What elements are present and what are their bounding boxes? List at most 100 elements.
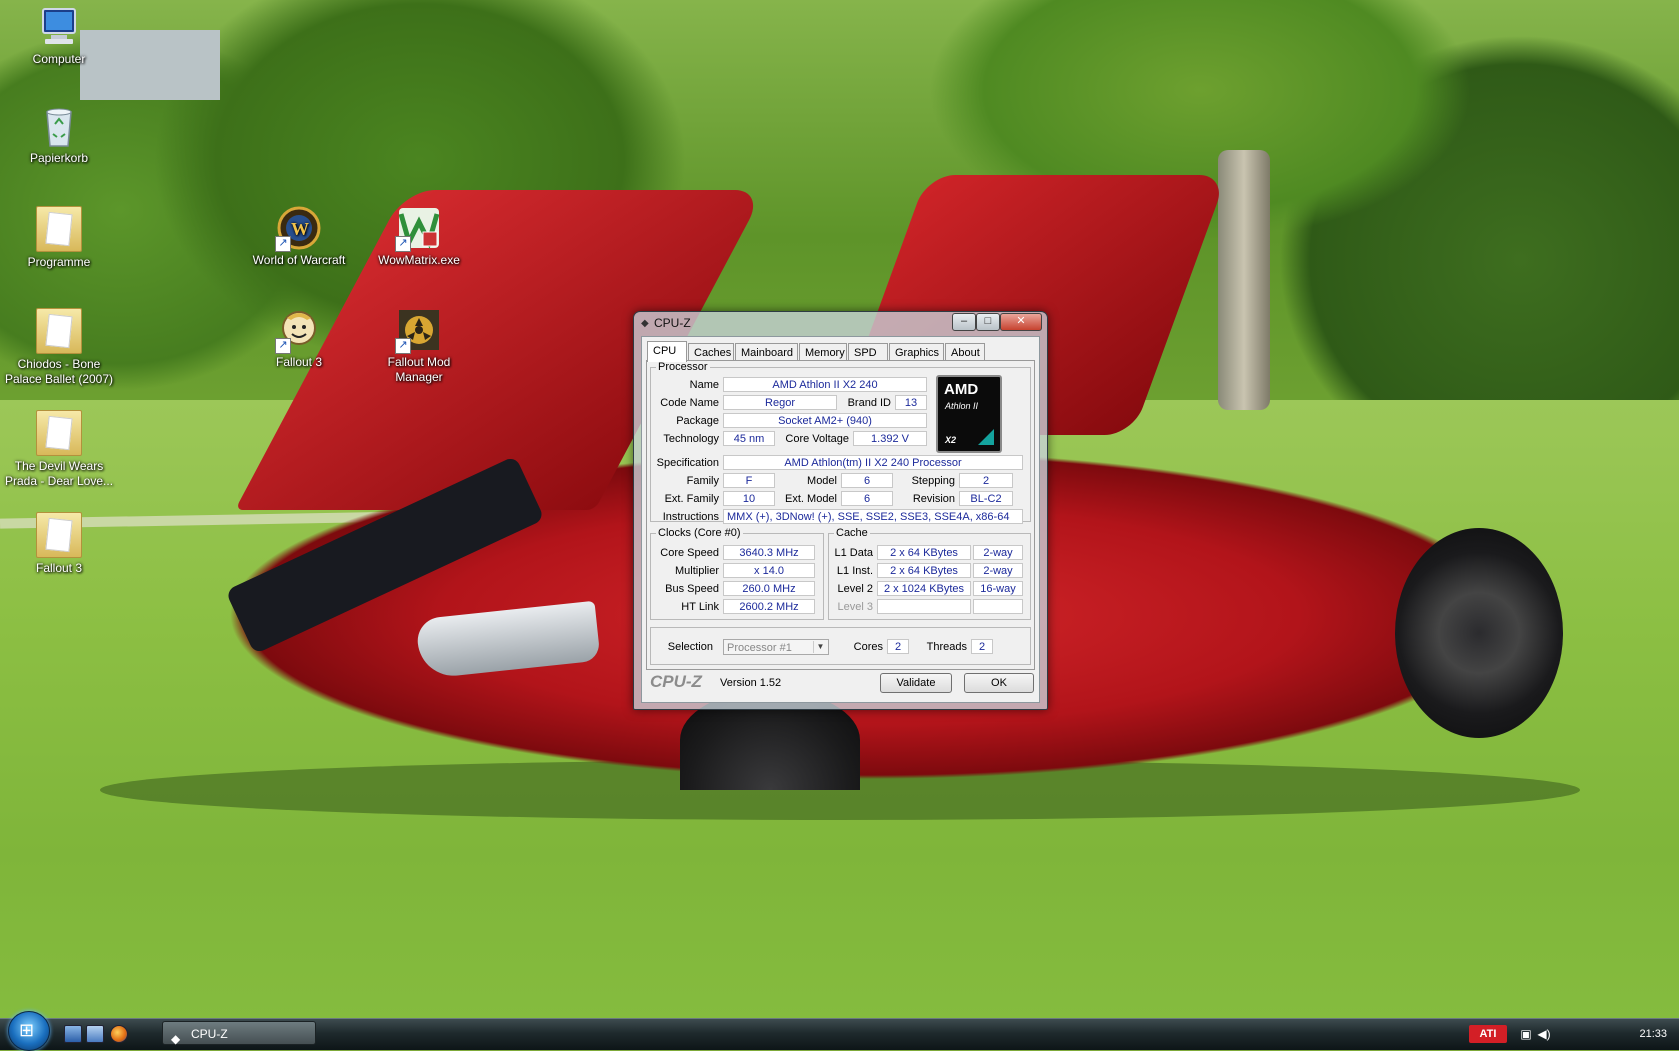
amd-arrow-icon [978, 429, 994, 445]
processor-legend: Processor [658, 361, 708, 373]
tab-about[interactable]: About [945, 343, 985, 361]
amd-logo-brand: AMD [944, 381, 979, 398]
revision-value: BL-C2 [959, 491, 1013, 506]
taskbar-button-cpuz[interactable]: ◆ CPU-Z [162, 1021, 316, 1046]
l1inst-label: L1 Inst. [836, 565, 873, 577]
svg-text:W: W [291, 219, 309, 239]
clock[interactable]: 21:33 [1639, 1028, 1667, 1040]
start-button[interactable]: ⊞ [8, 1011, 50, 1051]
recycle-bin-icon [37, 104, 81, 148]
tab-mainboard[interactable]: Mainboard [735, 343, 798, 361]
cpuz-window[interactable]: ◆ CPU-Z – □ ✕ CPU Caches Mainboard Memor… [633, 311, 1048, 710]
extfamily-label: Ext. Family [664, 493, 719, 505]
technology-label: Technology [663, 433, 719, 445]
multiplier-value: x 14.0 [723, 563, 815, 578]
l1data-label: L1 Data [834, 547, 873, 559]
windows-logo-icon: ⊞ [19, 1020, 35, 1040]
cpuz-taskbar-icon: ◆ [171, 1032, 181, 1046]
switch-windows-icon[interactable] [86, 1025, 104, 1043]
instructions-value: MMX (+), 3DNow! (+), SSE, SSE2, SSE3, SS… [723, 509, 1023, 524]
htlink-label: HT Link [681, 601, 719, 613]
wallpaper-car-rear-wheel [1395, 528, 1563, 738]
l1inst-value: 2 x 64 KBytes [877, 563, 971, 578]
folder-icon [36, 512, 82, 558]
brandid-label: Brand ID [847, 397, 891, 409]
package-label: Package [676, 415, 719, 427]
firefox-icon[interactable] [110, 1025, 128, 1043]
desktop-icon-fallout-mod-manager[interactable]: ↗ Fallout Mod Manager [364, 308, 474, 385]
ok-button[interactable]: OK [964, 673, 1034, 693]
specification-label: Specification [656, 457, 719, 469]
minimize-button[interactable]: – [952, 313, 976, 331]
cpuz-footer-logo: CPU-Z [650, 672, 702, 691]
desktop-icon-world-of-warcraft[interactable]: W ↗ World of Warcraft [244, 206, 354, 268]
extmodel-label: Ext. Model [785, 493, 837, 505]
corespeed-value: 3640.3 MHz [723, 545, 815, 560]
desktop-icon-label: Fallout Mod Manager [387, 355, 451, 384]
ati-catalyst-icon[interactable]: ATI [1469, 1025, 1507, 1043]
desktop-icon-label: The Devil Wears Prada - Dear Love... [4, 459, 114, 488]
window-title: CPU-Z [654, 316, 691, 330]
technology-value: 45 nm [723, 431, 775, 446]
validate-button[interactable]: Validate [880, 673, 952, 693]
network-icon[interactable]: ▣ [1519, 1027, 1533, 1041]
busspeed-label: Bus Speed [665, 583, 719, 595]
desktop-icon-computer[interactable]: Computer [4, 5, 114, 67]
selection-label: Selection [667, 641, 713, 653]
shortcut-arrow-icon: ↗ [275, 236, 291, 252]
tab-caches[interactable]: Caches [688, 343, 734, 361]
volume-icon[interactable]: ◀) [1537, 1027, 1551, 1041]
system-tray: ATI ▣ ◀) 21:33 [1449, 1019, 1679, 1049]
cores-value: 2 [887, 639, 909, 654]
desktop-icon-recycle-bin[interactable]: Papierkorb [4, 104, 114, 166]
model-label: Model [807, 475, 837, 487]
desktop-icon-label: Fallout 3 [275, 355, 323, 369]
desktop-icon-label: Computer [32, 52, 86, 66]
desktop-icon-devil-wears-prada[interactable]: The Devil Wears Prada - Dear Love... [4, 410, 114, 489]
extmodel-value: 6 [841, 491, 893, 506]
family-value: F [723, 473, 775, 488]
vault-boy-icon: ↗ [275, 308, 321, 354]
l1data-way-value: 2-way [973, 545, 1023, 560]
wallpaper-tree-trunk [1218, 150, 1270, 410]
stepping-value: 2 [959, 473, 1013, 488]
processor-select-value: Processor #1 [727, 642, 792, 654]
version-label: Version 1.52 [720, 677, 782, 689]
codename-value: Regor [723, 395, 837, 410]
level3-label: Level 3 [837, 601, 873, 613]
desktop-icon-label: WowMatrix.exe [378, 253, 460, 267]
cpu-tab-panel: Processor Name AMD Athlon II X2 240 Code… [646, 360, 1035, 670]
desktop-icon-programme[interactable]: Programme [4, 206, 114, 270]
amd-athlon-logo: AMD Athlon II X2 [936, 375, 1002, 453]
window-client-area: CPU Caches Mainboard Memory SPD Graphics… [641, 336, 1040, 703]
model-value: 6 [841, 473, 893, 488]
family-label: Family [686, 475, 719, 487]
wowmatrix-icon: ↗ [395, 206, 441, 252]
revision-label: Revision [912, 493, 955, 505]
level2-way-value: 16-way [973, 581, 1023, 596]
level2-label: Level 2 [837, 583, 873, 595]
desktop-icon-fallout3-folder[interactable]: Fallout 3 [4, 512, 114, 576]
tab-cpu[interactable]: CPU [647, 341, 687, 362]
processor-select[interactable]: Processor #1 ▼ [723, 639, 829, 655]
tab-memory[interactable]: Memory [799, 343, 847, 361]
close-button[interactable]: ✕ [1000, 313, 1042, 331]
desktop-icon-fallout3[interactable]: ↗ Fallout 3 [244, 308, 354, 370]
desktop-icon-wowmatrix[interactable]: ↗ WowMatrix.exe [364, 206, 474, 268]
show-desktop-icon[interactable] [64, 1025, 82, 1043]
desktop-icon-chiodos[interactable]: Chiodos - Bone Palace Ballet (2007) [4, 308, 114, 387]
level3-value [877, 599, 971, 614]
codename-label: Code Name [660, 397, 719, 409]
shortcut-arrow-icon: ↗ [275, 338, 291, 354]
threads-value: 2 [971, 639, 993, 654]
package-value: Socket AM2+ (940) [723, 413, 927, 428]
shortcut-arrow-icon: ↗ [395, 236, 411, 252]
brandid-value: 13 [895, 395, 927, 410]
stepping-label: Stepping [911, 475, 955, 487]
desktop-icon-label: Chiodos - Bone Palace Ballet (2007) [4, 357, 114, 386]
maximize-button[interactable]: □ [976, 313, 1000, 331]
computer-icon [37, 5, 81, 49]
tab-graphics[interactable]: Graphics [889, 343, 944, 361]
extfamily-value: 10 [723, 491, 775, 506]
tab-spd[interactable]: SPD [848, 343, 888, 361]
